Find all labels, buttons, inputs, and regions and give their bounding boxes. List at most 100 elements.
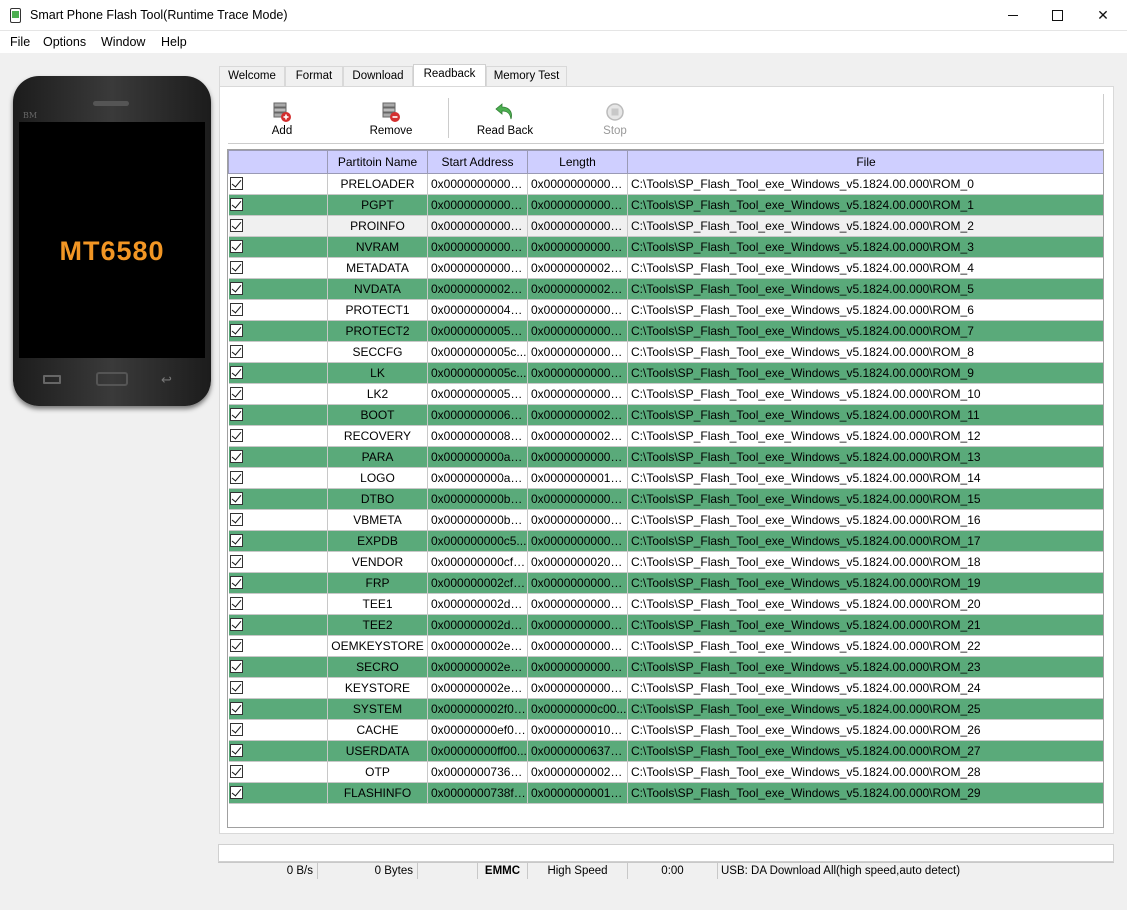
tab-download[interactable]: Download [343, 66, 413, 86]
table-row[interactable]: OEMKEYSTORE 0x000000002e0... 0x00000000002… [228, 635, 1103, 657]
table-row[interactable]: NVRAM 0x00000000003... 0x00000000005... C:\… [228, 236, 1103, 258]
row-checkbox-cell[interactable] [228, 341, 328, 363]
row-checkbox-cell[interactable] [228, 425, 328, 447]
table-row[interactable]: SYSTEM 0x000000002f00... 0x00000000c00... C… [228, 698, 1103, 720]
tab-welcome[interactable]: Welcome [219, 66, 285, 86]
tab-readback[interactable]: Readback [413, 64, 486, 87]
row-checkbox-cell[interactable] [228, 677, 328, 699]
checkbox-checked-icon[interactable] [229, 785, 243, 799]
header-start-address[interactable]: Start Address [427, 150, 528, 174]
checkbox-checked-icon[interactable] [229, 323, 243, 337]
table-row[interactable]: METADATA 0x00000000008... 0x00000000020...… [228, 257, 1103, 279]
checkbox-checked-icon[interactable] [229, 491, 243, 505]
row-checkbox-cell[interactable] [228, 509, 328, 531]
stop-button[interactable]: Stop [585, 94, 645, 142]
row-checkbox-cell[interactable] [228, 719, 328, 741]
row-checkbox-cell[interactable] [228, 257, 328, 279]
table-row[interactable]: PROTECT1 0x00000000048... 0x0000000000a...… [228, 299, 1103, 321]
table-row[interactable]: CACHE 0x00000000ef00... 0x00000000100... C:… [228, 719, 1103, 741]
row-checkbox-cell[interactable] [228, 467, 328, 489]
menu-help[interactable]: Help [161, 35, 187, 49]
row-checkbox-cell[interactable] [228, 698, 328, 720]
table-row[interactable]: LK 0x0000000005c... 0x00000000002... C:\Too… [228, 362, 1103, 384]
table-row[interactable]: LK2 0x0000000005e... 0x00000000002... C:\To… [228, 383, 1103, 405]
table-row[interactable]: PRELOADER 0x00000000000... 0x00000000004..… [228, 173, 1103, 195]
row-checkbox-cell[interactable] [228, 236, 328, 258]
table-row[interactable]: LOGO 0x000000000a1... 0x00000000014... C:\T… [228, 467, 1103, 489]
checkbox-checked-icon[interactable] [229, 386, 243, 400]
header-length[interactable]: Length [527, 150, 628, 174]
row-checkbox-cell[interactable] [228, 278, 328, 300]
row-checkbox-cell[interactable] [228, 593, 328, 615]
checkbox-checked-icon[interactable] [229, 302, 243, 316]
checkbox-checked-icon[interactable] [229, 176, 243, 190]
tab-memory-test[interactable]: Memory Test [486, 66, 567, 86]
row-checkbox-cell[interactable] [228, 530, 328, 552]
checkbox-checked-icon[interactable] [229, 344, 243, 358]
checkbox-checked-icon[interactable] [229, 596, 243, 610]
table-row[interactable]: SECCFG 0x0000000005c... 0x00000000000... C:… [228, 341, 1103, 363]
table-row[interactable]: PARA 0x000000000a0... 0x00000000000... C:\T… [228, 446, 1103, 468]
table-row[interactable]: KEYSTORE 0x000000002e8... 0x00000000008...… [228, 677, 1103, 699]
checkbox-checked-icon[interactable] [229, 239, 243, 253]
checkbox-checked-icon[interactable] [229, 554, 243, 568]
row-checkbox-cell[interactable] [228, 194, 328, 216]
table-row[interactable]: PGPT 0x00000000000... 0x00000000000... C:\T… [228, 194, 1103, 216]
row-checkbox-cell[interactable] [228, 299, 328, 321]
table-row[interactable]: FLASHINFO 0x0000000738f8... 0x00000000010.… [228, 782, 1103, 804]
table-row[interactable]: PROINFO 0x00000000000... 0x00000000003... C… [228, 215, 1103, 237]
row-checkbox-cell[interactable] [228, 488, 328, 510]
checkbox-checked-icon[interactable] [229, 575, 243, 589]
checkbox-checked-icon[interactable] [229, 701, 243, 715]
checkbox-checked-icon[interactable] [229, 512, 243, 526]
row-checkbox-cell[interactable] [228, 656, 328, 678]
row-checkbox-cell[interactable] [228, 551, 328, 573]
table-row[interactable]: EXPDB 0x000000000c5... 0x0000000000a... C:\… [228, 530, 1103, 552]
checkbox-checked-icon[interactable] [229, 743, 243, 757]
table-row[interactable]: NVDATA 0x00000000028... 0x00000000020... C:… [228, 278, 1103, 300]
row-checkbox-cell[interactable] [228, 614, 328, 636]
row-checkbox-cell[interactable] [228, 740, 328, 762]
checkbox-checked-icon[interactable] [229, 722, 243, 736]
row-checkbox-cell[interactable] [228, 635, 328, 657]
checkbox-checked-icon[interactable] [229, 638, 243, 652]
table-row[interactable]: TEE1 0x000000002d0... 0x00000000005... C:\T… [228, 593, 1103, 615]
table-row[interactable]: RECOVERY 0x00000000080... 0x00000000020...… [228, 425, 1103, 447]
checkbox-checked-icon[interactable] [229, 449, 243, 463]
header-partition-name[interactable]: Partitoin Name [327, 150, 428, 174]
tab-format[interactable]: Format [285, 66, 343, 86]
row-checkbox-cell[interactable] [228, 572, 328, 594]
row-checkbox-cell[interactable] [228, 362, 328, 384]
row-checkbox-cell[interactable] [228, 404, 328, 426]
checkbox-checked-icon[interactable] [229, 764, 243, 778]
table-row[interactable]: BOOT 0x00000000060... 0x00000000020... C:\T… [228, 404, 1103, 426]
row-checkbox-cell[interactable] [228, 446, 328, 468]
checkbox-checked-icon[interactable] [229, 407, 243, 421]
maximize-button[interactable] [1034, 0, 1080, 31]
checkbox-checked-icon[interactable] [229, 659, 243, 673]
checkbox-checked-icon[interactable] [229, 281, 243, 295]
close-button[interactable]: ✕ [1080, 0, 1126, 31]
checkbox-checked-icon[interactable] [229, 365, 243, 379]
table-row[interactable]: SECRO 0x000000002e2... 0x00000000006... C:\… [228, 656, 1103, 678]
remove-button[interactable]: Remove [361, 94, 421, 142]
row-checkbox-cell[interactable] [228, 761, 328, 783]
table-row[interactable]: DTBO 0x000000000b5... 0x00000000008... C:\T… [228, 488, 1103, 510]
table-row[interactable]: FRP 0x000000002cf4... 0x00000000001... C:\T… [228, 572, 1103, 594]
row-checkbox-cell[interactable] [228, 782, 328, 804]
table-row[interactable]: VENDOR 0x000000000cf4... 0x00000000200... C… [228, 551, 1103, 573]
read-back-button[interactable]: Read Back [475, 94, 535, 142]
header-file[interactable]: File [627, 150, 1103, 174]
checkbox-checked-icon[interactable] [229, 470, 243, 484]
table-row[interactable]: VBMETA 0x000000000bd... 0x00000000008... C:… [228, 509, 1103, 531]
menu-file[interactable]: File [10, 35, 30, 49]
checkbox-checked-icon[interactable] [229, 260, 243, 274]
row-checkbox-cell[interactable] [228, 383, 328, 405]
checkbox-checked-icon[interactable] [229, 533, 243, 547]
table-row[interactable]: TEE2 0x000000002d5... 0x00000000005... C:\T… [228, 614, 1103, 636]
header-checkbox[interactable] [228, 150, 328, 174]
menu-options[interactable]: Options [43, 35, 86, 49]
checkbox-checked-icon[interactable] [229, 197, 243, 211]
checkbox-checked-icon[interactable] [229, 428, 243, 442]
menu-window[interactable]: Window [101, 35, 145, 49]
